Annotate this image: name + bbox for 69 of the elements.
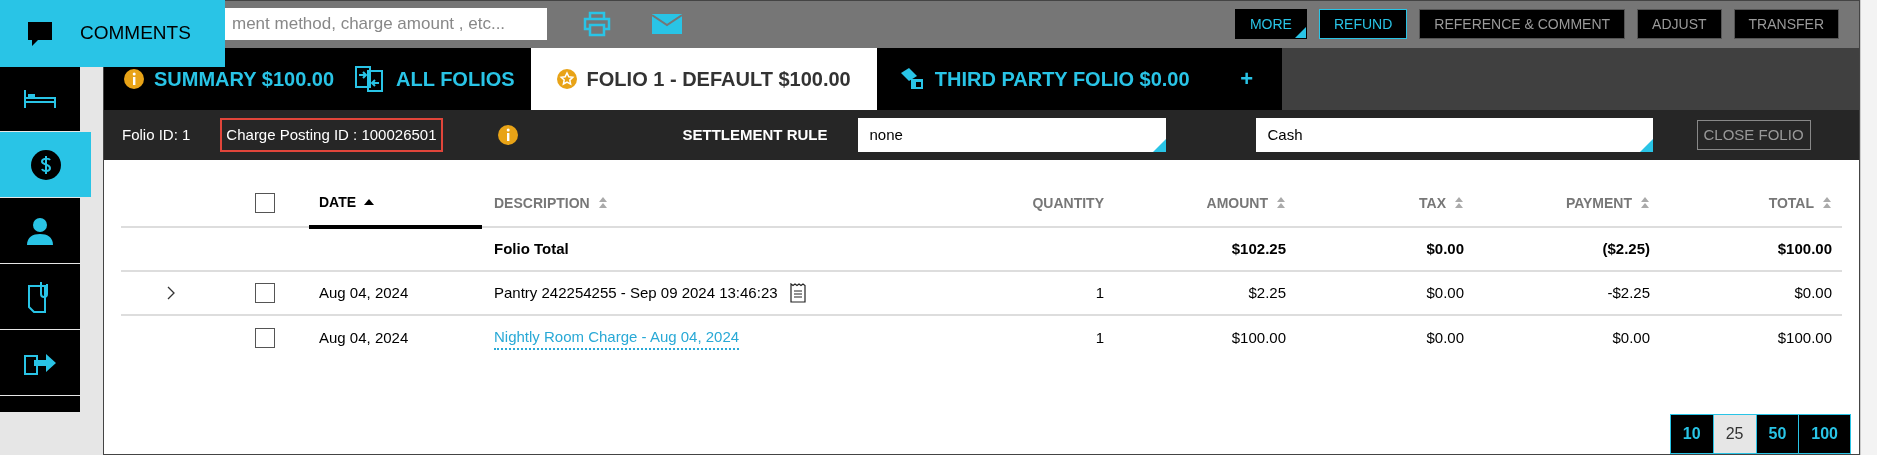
table-cell-text: ($2.25) (1601, 238, 1651, 259)
checkbox[interactable] (255, 283, 275, 303)
bed-icon (23, 87, 57, 110)
envelope-icon (652, 14, 682, 35)
sort-icon (1454, 197, 1464, 209)
column-header[interactable]: QUANTITY (1032, 192, 1104, 214)
column-header[interactable]: TAX (1419, 192, 1446, 214)
charge-posting-id: Charge Posting ID : 100026501 (220, 117, 443, 153)
table-cell-text: Aug 04, 2024 (318, 327, 410, 348)
table-cell-text: $0.00 (1611, 327, 1651, 348)
folio-id: Folio ID: 1 (122, 124, 191, 145)
toolbar-button[interactable]: ADJUST (1637, 9, 1722, 40)
toolbar-button[interactable]: REFUND (1318, 9, 1408, 40)
comments-flyout[interactable]: COMMENTS (0, 0, 225, 67)
column-header[interactable]: DESCRIPTION (494, 192, 590, 214)
sort-ascending-icon (364, 199, 375, 205)
table-cell-text: $102.25 (1230, 238, 1287, 259)
chevron-right-icon[interactable] (167, 286, 175, 300)
table-cell-text: $0.00 (1425, 282, 1465, 303)
table-cell-text: $100.00 (1230, 327, 1287, 348)
info-icon (124, 68, 144, 89)
sidebar-button[interactable] (0, 132, 91, 197)
sidebar-button[interactable] (0, 66, 80, 131)
sidebar-button[interactable] (0, 330, 80, 395)
sidebar-button[interactable] (0, 198, 80, 263)
star-icon (556, 68, 577, 89)
table-cell-text: $0.00 (1793, 282, 1833, 303)
table-cell-text: 1 (1094, 282, 1105, 303)
sort-icon (1276, 197, 1286, 209)
close-folio-button[interactable]: CLOSE FOLIO (1696, 119, 1811, 150)
info-icon (497, 124, 518, 145)
receipt-icon (789, 283, 806, 303)
search-field[interactable]: ment method, charge amount , etc... (224, 8, 547, 41)
settlement-rule-label: SETTLEMENT RULE (682, 124, 828, 145)
column-header[interactable]: DATE (319, 191, 357, 213)
sidebar-button[interactable] (0, 264, 80, 329)
sort-icon (1822, 197, 1832, 209)
toolbar-button[interactable]: REFERENCE & COMMENT (1419, 9, 1626, 40)
column-header[interactable]: TOTAL (1768, 192, 1814, 214)
page-size-button[interactable]: 50 (1755, 415, 1799, 453)
checkbox[interactable] (255, 193, 275, 213)
user-icon (25, 215, 55, 246)
table-cell-text: -$2.25 (1606, 282, 1651, 303)
flyout-label: COMMENTS (80, 21, 191, 46)
scrollbar[interactable] (1860, 0, 1877, 455)
select-field[interactable]: Cash (1255, 117, 1653, 152)
sort-icon (597, 197, 608, 209)
table-cell-text: $0.00 (1425, 238, 1465, 259)
page-size-button[interactable]: 100 (1798, 415, 1850, 453)
table-cell-text: $0.00 (1425, 327, 1465, 348)
checkbox[interactable] (255, 328, 275, 348)
folio-tab[interactable]: FOLIO 1 - DEFAULT $100.00 (530, 47, 877, 110)
select-field[interactable]: none (857, 117, 1166, 152)
dollar-icon (29, 148, 62, 181)
printer-icon (582, 11, 612, 38)
table-cell-text: $100.00 (1776, 238, 1833, 259)
column-header[interactable]: PAYMENT (1565, 192, 1632, 214)
table-cell-text: Pantry 242254255 - Sep 09 2024 13:46:23 (494, 282, 778, 303)
column-header[interactable]: AMOUNT (1206, 192, 1268, 214)
page-size-button[interactable]: 25 (1712, 415, 1756, 453)
table-cell-text: 1 (1094, 327, 1105, 348)
toolbar-button[interactable]: TRANSFER (1733, 9, 1839, 40)
table-cell-text: Folio Total (494, 238, 569, 259)
table-cell-text: Aug 04, 2024 (318, 282, 410, 303)
table-cell-text: $100.00 (1776, 327, 1833, 348)
table-cell-text: $2.25 (1247, 282, 1287, 303)
toolbar-button[interactable]: MORE (1234, 9, 1307, 40)
sort-icon (1640, 197, 1650, 209)
page-size-button[interactable]: 10 (1670, 415, 1713, 453)
